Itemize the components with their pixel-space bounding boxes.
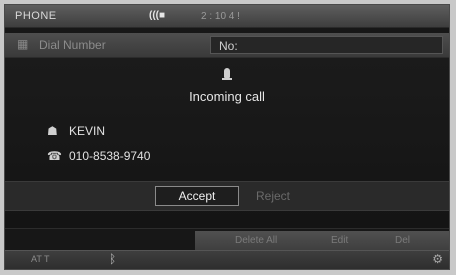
number-field[interactable]: No: [210, 36, 443, 54]
caller-number: 010-8538-9740 [69, 149, 151, 163]
dial-number-label: Dial Number [39, 38, 106, 52]
keypad-icon: ▦ [17, 37, 29, 51]
accept-button[interactable]: Accept [155, 186, 239, 206]
dialog-title: Incoming call [189, 89, 265, 104]
title-bar: PHONE (((■ 2 : 10 4 ! [5, 5, 449, 28]
caller-number-row: ☎ 010-8538-9740 [47, 149, 150, 163]
dialog-button-strip: Accept Reject [5, 181, 449, 211]
settings-icon[interactable]: ⚙ [432, 252, 443, 266]
caller-name-row: ☗ KEVIN [47, 124, 105, 138]
app-title: PHONE [15, 10, 57, 22]
phone-number-icon: ☎ [47, 149, 62, 163]
status-bar: AT T ᛒ ⚙ [5, 250, 449, 269]
bluetooth-icon: ᛒ [109, 252, 117, 266]
dial-number-row[interactable]: ▦ Dial Number No: [5, 33, 449, 57]
contact-icon: ☗ [47, 124, 58, 138]
phone-screen: PHONE (((■ 2 : 10 4 ! ▦ Dial Number No: … [4, 4, 450, 270]
softkey-bar: Delete All Edit Del [195, 231, 449, 251]
delete-all-softkey[interactable]: Delete All [235, 235, 277, 246]
signal-indicator: (((■ [149, 10, 166, 21]
edit-softkey[interactable]: Edit [331, 235, 348, 246]
caller-name: KEVIN [69, 124, 106, 138]
carrier-label: AT T [31, 254, 50, 264]
clock: 2 : 10 4 ! [201, 11, 240, 22]
ringing-phone-icon [222, 68, 232, 80]
incoming-call-dialog: Incoming call ☗ KEVIN ☎ 010-8538-9740 Acce… [5, 57, 449, 229]
delete-softkey[interactable]: Del [395, 235, 410, 246]
reject-button[interactable]: Reject [243, 186, 303, 206]
